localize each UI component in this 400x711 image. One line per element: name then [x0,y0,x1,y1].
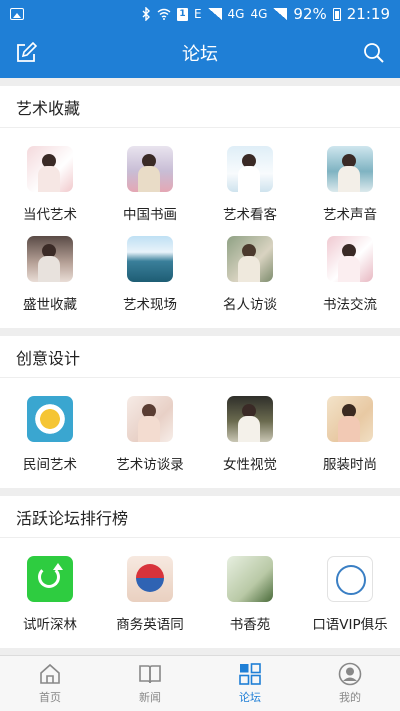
wifi-icon [157,8,171,20]
forum-tile-label: 书法交流 [323,297,377,313]
forum-tile[interactable]: 中国书画 [100,140,200,230]
tab-profile[interactable]: 我的 [300,656,400,711]
forum-tile[interactable]: 当代艺术 [0,140,100,230]
forum-tile[interactable]: 艺术现场 [100,230,200,320]
page-title: 论坛 [182,44,218,65]
section-active-ranking: 活跃论坛排行榜 试听深林 商务英语同 书香苑 口语VIP俱乐 [0,496,400,648]
tab-label: 论坛 [239,691,261,704]
forum-tile-label: 中国书画 [123,207,177,223]
battery-icon [332,7,341,21]
forum-tile[interactable]: 试听深林 [0,550,100,640]
forum-tile[interactable]: 艺术看客 [200,140,300,230]
status-bar: 1 E 4G 4G 92% 21:19 [0,0,400,28]
section-title: 创意设计 [0,336,400,378]
forum-thumbnail [327,146,373,192]
forum-thumbnail [27,396,73,442]
tab-label: 新闻 [139,691,161,704]
forum-tile-label: 书香苑 [229,617,271,633]
forum-tile-label: 盛世收藏 [23,297,77,313]
search-icon [364,43,384,63]
forum-thumbnail [27,236,73,282]
forum-thumbnail [127,236,173,282]
forum-tile-label: 当代艺术 [23,207,77,223]
forum-tile[interactable]: 商务英语同 [100,550,200,640]
clock: 21:19 [346,5,390,23]
tab-home[interactable]: 首页 [0,656,100,711]
tab-label: 首页 [39,691,61,704]
user-icon [338,662,362,686]
network-label: 4G [227,7,245,21]
forum-thumbnail [27,556,73,602]
forum-tile[interactable]: 口语VIP俱乐 [300,550,400,640]
forum-thumbnail [27,146,73,192]
forum-tile-label: 服装时尚 [323,457,377,473]
section-title: 艺术收藏 [0,86,400,128]
forum-thumbnail [227,396,273,442]
forum-tile-label: 口语VIP俱乐 [312,617,388,633]
forum-tile-label: 商务英语同 [116,617,184,633]
forum-tile-label: 民间艺术 [23,457,77,473]
bottom-tab-bar: 首页 新闻 论坛 我的 [0,655,400,711]
network-label: E [193,7,202,21]
tab-label: 我的 [339,691,361,704]
section-title: 活跃论坛排行榜 [0,496,400,538]
forum-thumbnail [227,236,273,282]
battery-percent: 92% [293,5,327,23]
forum-tile[interactable]: 服装时尚 [300,390,400,480]
forum-thumbnail [327,556,373,602]
forum-thumbnail [327,396,373,442]
bluetooth-icon [142,7,150,21]
sim-icon: 1 [176,7,188,21]
forum-tile-label: 试听深林 [23,617,77,633]
forum-tile-label: 女性视觉 [223,457,277,473]
book-icon [139,665,161,684]
forum-tile-label: 艺术访谈录 [116,457,184,473]
signal-icon [207,8,222,20]
forum-tile-label: 艺术声音 [323,207,377,223]
forum-tile-label: 名人访谈 [223,297,277,313]
gallery-icon [10,8,24,20]
signal-icon [273,8,288,20]
forum-thumbnail [327,236,373,282]
forum-tile-label: 艺术现场 [123,297,177,313]
forum-content[interactable]: 艺术收藏 当代艺术 中国书画 艺术看客 艺术声音 盛世收藏 艺术现场 名人访谈 … [0,78,400,655]
forum-tile[interactable]: 艺术声音 [300,140,400,230]
forum-tile[interactable]: 艺术访谈录 [100,390,200,480]
forum-tile[interactable]: 书香苑 [200,550,300,640]
home-icon [40,663,60,684]
forum-tile[interactable]: 盛世收藏 [0,230,100,320]
section-art-collection: 艺术收藏 当代艺术 中国书画 艺术看客 艺术声音 盛世收藏 艺术现场 名人访谈 … [0,86,400,328]
edit-icon [17,42,37,62]
forum-tile[interactable]: 女性视觉 [200,390,300,480]
search-button[interactable] [362,41,386,65]
network-label: 4G [250,7,268,21]
edit-button[interactable] [14,41,38,65]
tab-news[interactable]: 新闻 [100,656,200,711]
forum-thumbnail [127,146,173,192]
section-creative-design: 创意设计 民间艺术 艺术访谈录 女性视觉 服装时尚 [0,336,400,488]
forum-tile-label: 艺术看客 [223,207,277,223]
forum-tile[interactable]: 书法交流 [300,230,400,320]
grid-icon [239,663,261,685]
forum-thumbnail [227,556,273,602]
tab-forum[interactable]: 论坛 [200,656,300,711]
forum-thumbnail [227,146,273,192]
forum-tile[interactable]: 名人访谈 [200,230,300,320]
app-bar: 论坛 [0,28,400,78]
forum-thumbnail [127,556,173,602]
forum-tile[interactable]: 民间艺术 [0,390,100,480]
forum-thumbnail [127,396,173,442]
